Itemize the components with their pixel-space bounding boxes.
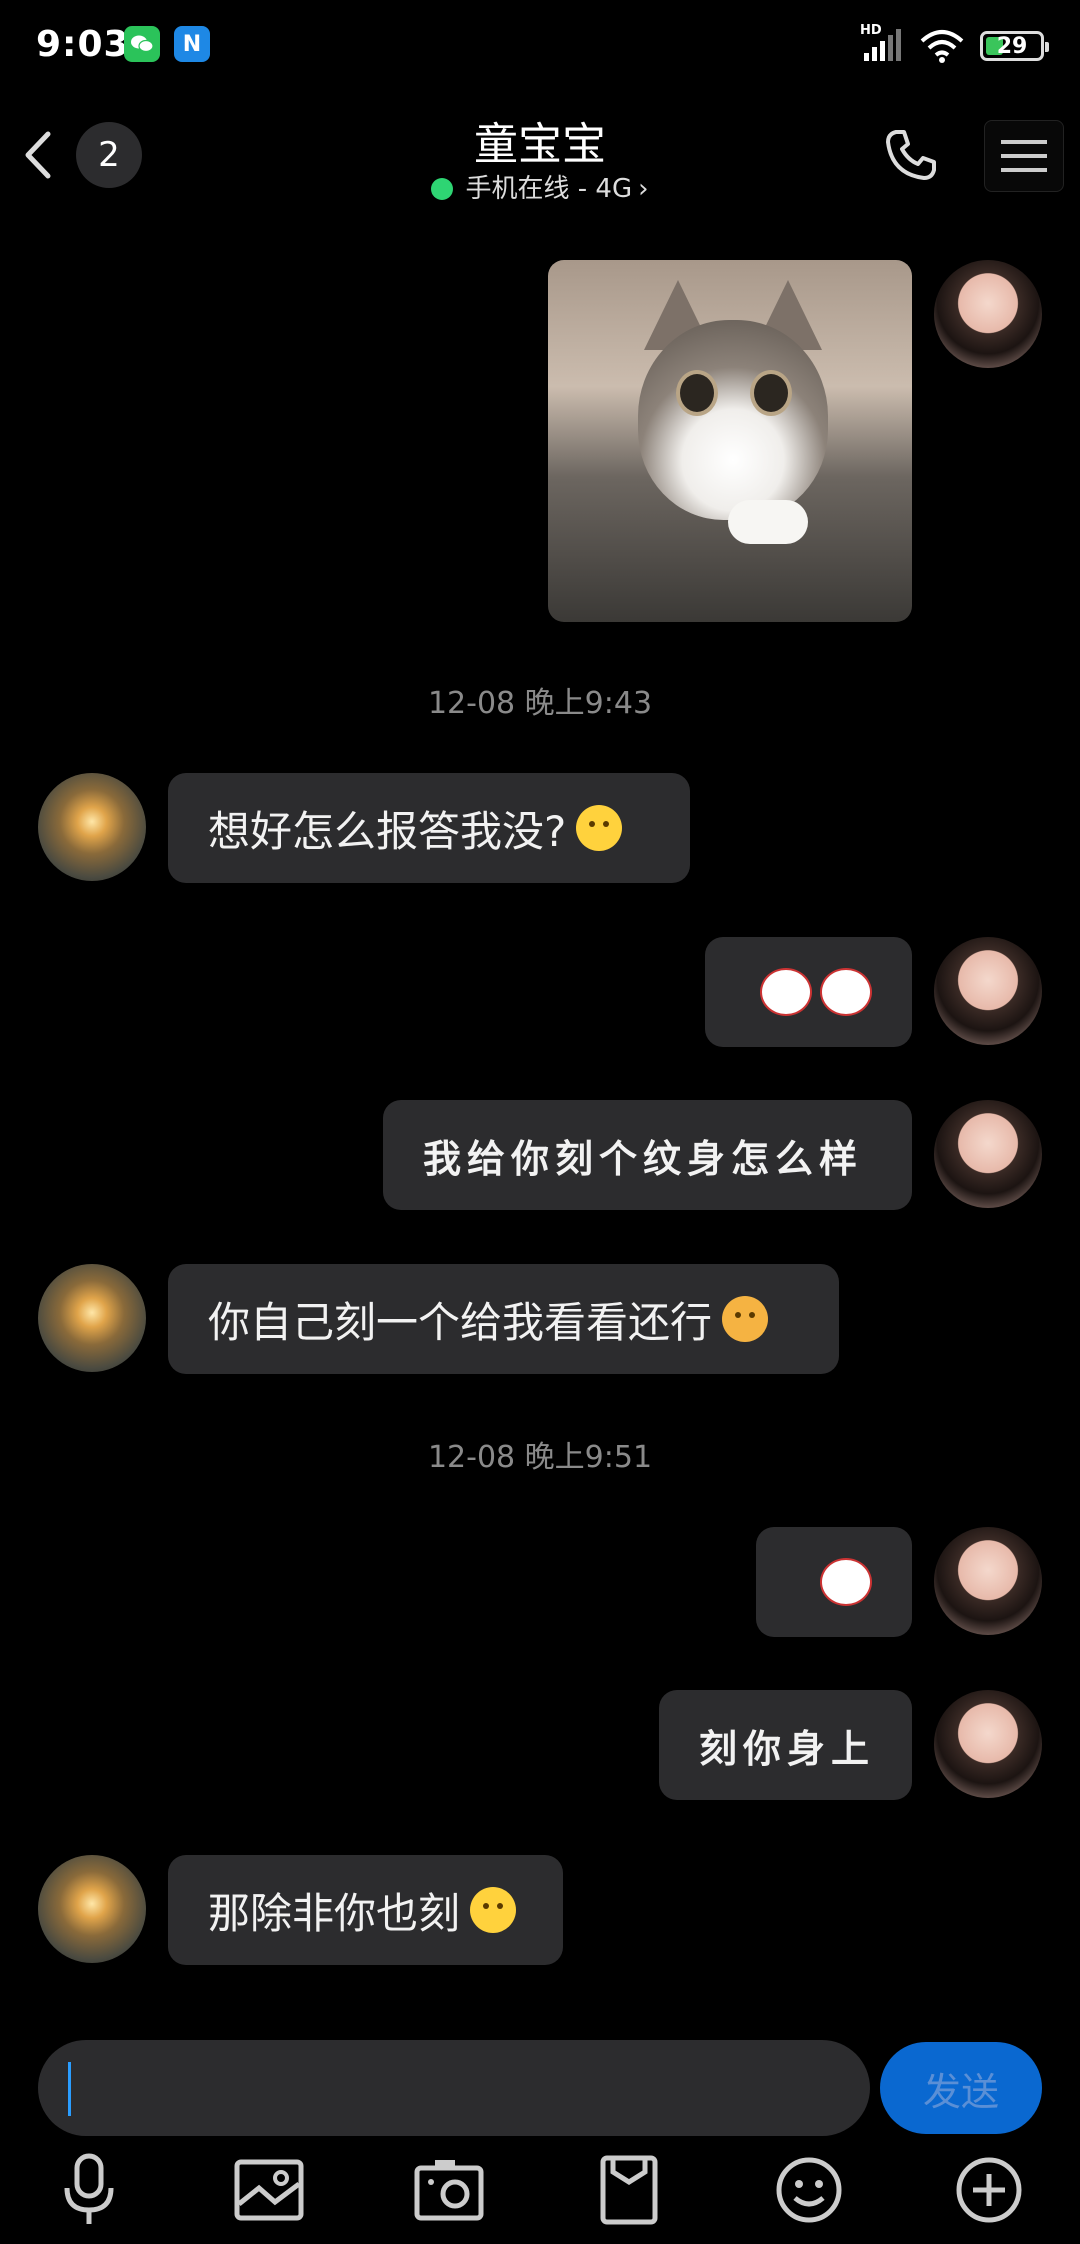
my-avatar[interactable] bbox=[934, 1100, 1042, 1208]
message-text: 我给你刻个纹身怎么样 bbox=[423, 1135, 864, 1181]
status-time: 9:03 bbox=[36, 24, 130, 65]
signal-label: HD bbox=[860, 23, 882, 38]
peer-message-bubble[interactable]: 你自己刻一个给我看看还行 bbox=[168, 1264, 839, 1374]
peer-message-bubble[interactable]: 那除非你也刻 bbox=[168, 1855, 563, 1965]
peer-avatar[interactable] bbox=[38, 773, 146, 881]
text-caret bbox=[68, 2062, 71, 2116]
timestamp: 12-08 晚上9:51 bbox=[427, 1440, 653, 1475]
smile-emoji-icon bbox=[576, 805, 623, 851]
signal-icon: HD bbox=[860, 23, 904, 63]
status-indicators: HD 29 bbox=[860, 23, 1049, 66]
message-text: 你自己刻一个给我看看还行 bbox=[208, 1297, 713, 1347]
phone-call-icon[interactable] bbox=[882, 126, 940, 184]
peer-avatar[interactable] bbox=[38, 1855, 146, 1963]
online-status-text: 手机在线 - 4G bbox=[465, 174, 633, 204]
battery-level: 29 bbox=[996, 33, 1028, 59]
chat-header: 2 童宝宝 手机在线 - 4G › bbox=[0, 90, 1080, 220]
my-sticker-bubble[interactable] bbox=[705, 937, 912, 1047]
menu-icon bbox=[1001, 140, 1047, 172]
angry-cat-sticker-icon bbox=[820, 968, 872, 1016]
peer-avatar[interactable] bbox=[38, 1264, 146, 1372]
image-icon[interactable] bbox=[229, 2150, 309, 2230]
grin-emoji-icon bbox=[470, 1887, 517, 1933]
file-icon[interactable] bbox=[589, 2150, 669, 2230]
angry-cat-sticker-icon bbox=[760, 968, 812, 1016]
n-app-icon: N bbox=[174, 26, 210, 62]
my-avatar[interactable] bbox=[934, 1527, 1042, 1635]
plus-icon[interactable] bbox=[949, 2150, 1029, 2230]
cat-eye-right bbox=[750, 370, 792, 416]
cat-face bbox=[638, 320, 828, 520]
my-avatar[interactable] bbox=[934, 937, 1042, 1045]
message-input[interactable] bbox=[38, 2040, 870, 2136]
peer-message-bubble[interactable]: 想好怎么报答我没? bbox=[168, 773, 690, 883]
cat-eye-left bbox=[676, 370, 718, 416]
emoji-icon[interactable] bbox=[769, 2150, 849, 2230]
timestamp: 12-08 晚上9:43 bbox=[427, 686, 653, 721]
menu-button[interactable] bbox=[984, 120, 1064, 192]
cat-sticker-icon bbox=[820, 1558, 872, 1606]
wechat-icon bbox=[124, 26, 160, 62]
wifi-icon bbox=[920, 30, 964, 63]
my-avatar[interactable] bbox=[934, 1690, 1042, 1798]
message-text: 刻你身上 bbox=[699, 1725, 876, 1771]
my-message-bubble[interactable]: 刻你身上 bbox=[659, 1690, 912, 1800]
message-text: 那除非你也刻 bbox=[208, 1888, 461, 1938]
my-avatar[interactable] bbox=[934, 260, 1042, 368]
my-message-bubble[interactable]: 我给你刻个纹身怎么样 bbox=[383, 1100, 912, 1210]
battery-icon: 29 bbox=[980, 31, 1049, 61]
message-text: 想好怎么报答我没? bbox=[208, 806, 567, 856]
send-button[interactable]: 发送 bbox=[880, 2042, 1042, 2134]
online-dot bbox=[431, 178, 454, 200]
microphone-icon[interactable] bbox=[49, 2150, 129, 2230]
dog-emoji-icon bbox=[722, 1296, 769, 1342]
bottom-toolbar bbox=[0, 2150, 1080, 2244]
chevron-right-icon: › bbox=[638, 174, 649, 204]
status-bar: 9:03 N HD 29 bbox=[0, 0, 1080, 90]
camera-icon[interactable] bbox=[409, 2150, 489, 2230]
cat-paw bbox=[728, 500, 808, 544]
cat-photo-message[interactable] bbox=[548, 260, 912, 622]
my-sticker-bubble[interactable] bbox=[756, 1527, 912, 1637]
